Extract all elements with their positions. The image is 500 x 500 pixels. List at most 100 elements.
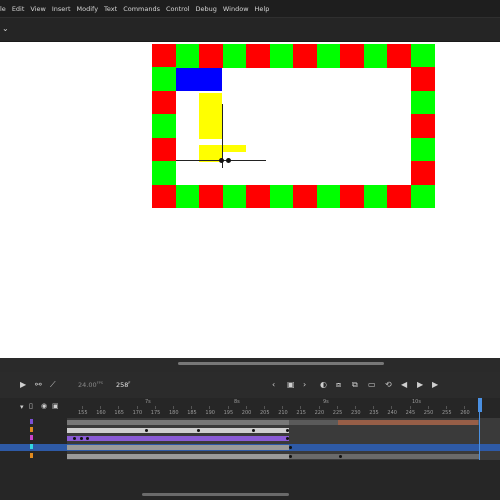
camera-icon[interactable]: ▶ xyxy=(20,380,26,390)
chevron-down-icon[interactable]: ⌄ xyxy=(2,24,9,33)
checker-cell xyxy=(152,161,176,186)
playhead-line xyxy=(479,412,480,460)
checker-cell xyxy=(175,184,200,209)
checker-cell xyxy=(363,184,388,209)
app-window: le Edit View Insert Modify Text Commands… xyxy=(0,0,500,500)
keyframe[interactable] xyxy=(339,455,342,458)
ruler-frame-label: 245 xyxy=(405,410,416,416)
menu-view[interactable]: View xyxy=(30,5,45,13)
keyframe[interactable] xyxy=(286,437,289,440)
layer-color-dot xyxy=(30,419,33,424)
keyframe[interactable] xyxy=(286,429,289,432)
visibility-icon[interactable]: ◉ xyxy=(41,402,47,410)
layer-parent-icon[interactable]: ⚯ xyxy=(35,380,42,390)
ruler-frame-label: 255 xyxy=(442,410,452,416)
checker-cell xyxy=(410,137,435,162)
fps-display[interactable]: 24.00FPS xyxy=(78,381,103,389)
show-all-layers-icon[interactable]: ▯ xyxy=(29,402,33,410)
ruler-tick xyxy=(154,406,156,409)
menu-insert[interactable]: Insert xyxy=(52,5,71,13)
menu-help[interactable]: Help xyxy=(255,5,270,13)
edit-bar: ⌄ xyxy=(0,17,500,42)
keyframe[interactable] xyxy=(289,455,292,458)
onion-skin-icon[interactable]: ◐ xyxy=(320,380,327,390)
keyframe[interactable] xyxy=(252,429,255,432)
yellow-bar[interactable] xyxy=(199,93,222,139)
ruler-frame-label: 175 xyxy=(150,410,161,416)
checker-cell xyxy=(246,184,270,209)
layer-color-dot xyxy=(30,427,33,432)
menu-control[interactable]: Control xyxy=(166,5,190,13)
checker-cell xyxy=(152,44,176,68)
graph-icon[interactable]: ⟋ xyxy=(50,380,56,390)
frame-span[interactable] xyxy=(67,428,289,433)
ruler-tick xyxy=(427,406,429,409)
timeline-scrollbar[interactable] xyxy=(142,493,289,496)
yellow-strip[interactable] xyxy=(222,145,246,152)
ruler-frame-label: 205 xyxy=(260,410,270,416)
ruler-frame-label: 210 xyxy=(278,410,288,416)
ruler-tick xyxy=(173,406,174,409)
frame-span[interactable] xyxy=(67,420,289,425)
layer-color-dot xyxy=(30,444,33,449)
checker-cell xyxy=(410,114,435,139)
tween-span[interactable] xyxy=(67,436,289,441)
menu-commands[interactable]: Commands xyxy=(123,5,160,13)
ruler-tick xyxy=(355,406,356,409)
chevron-down-icon[interactable]: ▾ xyxy=(20,403,24,411)
step-back-icon[interactable]: ◀ xyxy=(401,380,407,390)
ruler-frame-label: 215 xyxy=(296,410,306,416)
ruler-frame-label: 190 xyxy=(205,410,215,416)
current-frame-display[interactable]: 258F xyxy=(116,381,130,389)
menu-window[interactable]: Window xyxy=(223,5,249,13)
menu-text[interactable]: Text xyxy=(104,5,117,13)
chevron-left-icon[interactable]: ‹ xyxy=(272,380,275,390)
play-icon[interactable]: ▶ xyxy=(417,380,423,390)
add-keyframe-icon[interactable]: ▣ xyxy=(287,380,295,390)
menu-bar: le Edit View Insert Modify Text Commands… xyxy=(0,0,500,17)
ruler-tick xyxy=(100,406,102,409)
ruler-tick xyxy=(282,406,284,409)
ruler-second-label: 9s xyxy=(323,399,329,405)
menu-debug[interactable]: Debug xyxy=(196,5,217,13)
tween-span[interactable] xyxy=(338,420,478,425)
chevron-right-icon[interactable]: › xyxy=(303,380,306,390)
checker-cell xyxy=(410,90,435,115)
ruler-tick xyxy=(191,406,193,409)
blue-rectangle[interactable] xyxy=(176,68,222,91)
keyframe[interactable] xyxy=(197,429,200,432)
menu-file[interactable]: le xyxy=(0,5,6,13)
checker-cell xyxy=(222,184,247,209)
keyframe[interactable] xyxy=(289,446,292,449)
playhead[interactable] xyxy=(478,398,482,412)
layer-color-dot xyxy=(30,453,33,458)
registration-point[interactable] xyxy=(219,157,233,164)
ruler-frame-label: 240 xyxy=(387,410,397,416)
ruler-tick xyxy=(227,406,229,409)
checker-cell xyxy=(269,44,294,68)
frame-span[interactable] xyxy=(289,454,479,459)
onion-outline-icon[interactable]: ⧈ xyxy=(336,380,341,390)
scrollbar-thumb[interactable] xyxy=(178,362,384,365)
loop-icon[interactable]: ⟲ xyxy=(385,380,392,390)
ruler-frame-label: 220 xyxy=(314,410,325,416)
ruler-frame-label: 200 xyxy=(241,410,252,416)
checker-cell xyxy=(410,67,435,92)
checker-cell xyxy=(152,67,176,92)
keyframe[interactable] xyxy=(80,437,83,440)
keyframe[interactable] xyxy=(145,429,148,432)
menu-modify[interactable]: Modify xyxy=(77,5,99,13)
ruler-frame-label: 225 xyxy=(332,410,343,416)
checker-cell xyxy=(199,184,223,209)
menu-edit[interactable]: Edit xyxy=(12,5,25,13)
lock-icon[interactable]: ▣ xyxy=(52,402,59,410)
keyframe[interactable] xyxy=(86,437,89,440)
frame-span[interactable] xyxy=(67,445,289,450)
stage-scrollbar[interactable] xyxy=(0,358,500,372)
frame-range-icon[interactable]: ▭ xyxy=(368,380,376,390)
ruler-second-label: 7s xyxy=(145,399,151,405)
edit-multiple-icon[interactable]: ⧉ xyxy=(352,380,358,390)
keyframe[interactable] xyxy=(73,437,76,440)
frame-span[interactable] xyxy=(67,454,289,459)
step-forward-icon[interactable]: ▶ xyxy=(432,380,438,390)
